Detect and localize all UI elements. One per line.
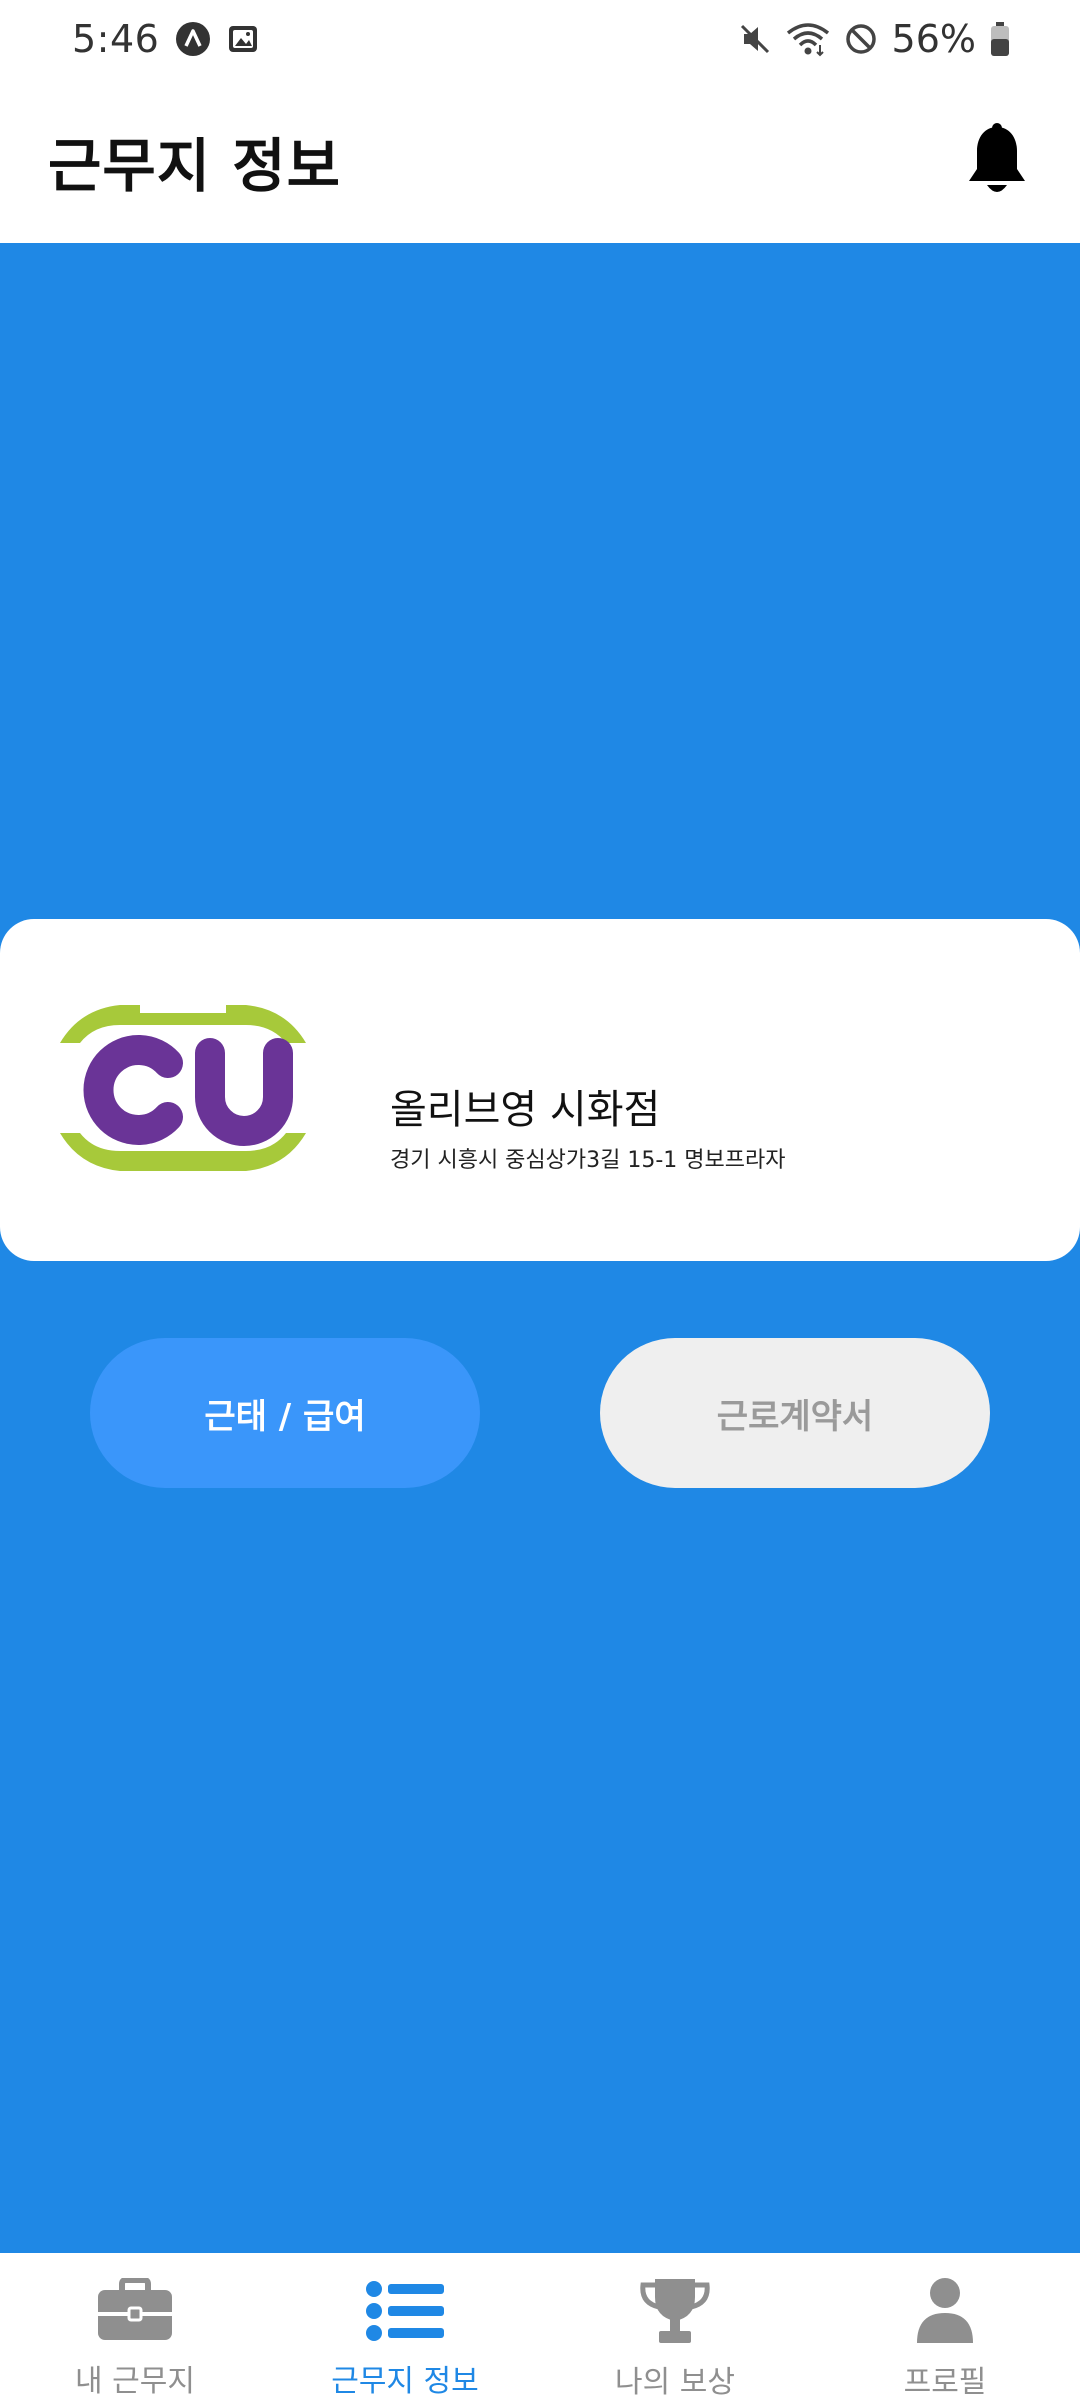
- screen: 5:46 56% 근무지 정보 올리브영 시화점 경기 시흥시 중심상가3길 1…: [0, 0, 1080, 2400]
- nav-label: 나의 보상: [615, 2365, 735, 2400]
- nav-label: 근무지 정보: [331, 2364, 479, 2399]
- attendance-pay-button[interactable]: 근태 / 급여: [90, 1338, 480, 1488]
- store-address: 경기 시흥시 중심상가3길 15-1 명보프라자: [390, 1148, 786, 1173]
- mute-icon: [738, 22, 772, 56]
- nav-my-rewards[interactable]: 나의 보상: [540, 2253, 810, 2400]
- cu-logo: [50, 1005, 316, 1171]
- bell-icon[interactable]: [962, 121, 1032, 201]
- status-bar: 5:46 56%: [0, 0, 1080, 78]
- workplace-card[interactable]: 올리브영 시화점 경기 시흥시 중심상가3길 15-1 명보프라자: [0, 919, 1080, 1261]
- battery-icon: [990, 21, 1010, 57]
- trophy-icon: [635, 2277, 715, 2345]
- nav-workplace-info[interactable]: 근무지 정보: [270, 2253, 540, 2400]
- status-right: 56%: [738, 17, 1010, 61]
- battery-percent: 56%: [891, 17, 976, 61]
- wifi-icon: [786, 21, 830, 57]
- content-area: 올리브영 시화점 경기 시흥시 중심상가3길 15-1 명보프라자: [0, 243, 1080, 2253]
- list-icon: [365, 2277, 445, 2344]
- labor-contract-button[interactable]: 근로계약서: [600, 1338, 990, 1488]
- store-name: 올리브영 시화점: [390, 1087, 661, 1133]
- briefcase-icon: [95, 2277, 175, 2344]
- page-title: 근무지 정보: [48, 131, 341, 200]
- bottom-nav: 내 근무지 근무지 정보 나의 보상 프로필: [0, 2253, 1080, 2400]
- nav-label: 내 근무지: [75, 2364, 195, 2399]
- status-time: 5:46: [72, 17, 160, 61]
- status-left: 5:46: [72, 17, 259, 61]
- nav-my-workplace[interactable]: 내 근무지: [0, 2253, 270, 2400]
- dnd-icon: [844, 22, 878, 56]
- nav-profile[interactable]: 프로필: [810, 2253, 1080, 2400]
- nav-label: 프로필: [903, 2365, 987, 2400]
- app-header: 근무지 정보: [0, 78, 1080, 243]
- gallery-icon: [227, 23, 259, 55]
- user-icon: [905, 2277, 985, 2345]
- app-a-icon: [175, 21, 211, 57]
